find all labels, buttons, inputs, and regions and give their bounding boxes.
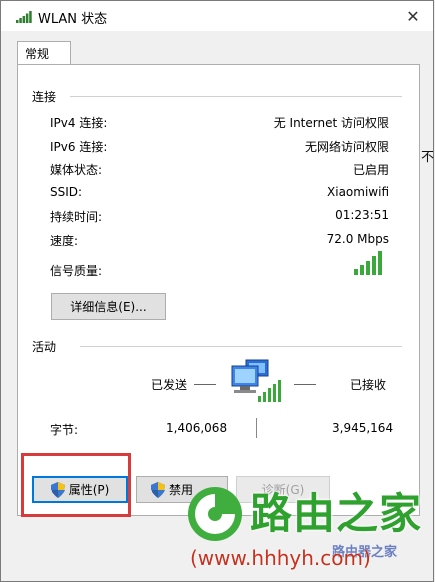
speed-label: 速度: <box>50 234 79 248</box>
highlight-box <box>21 453 131 517</box>
bytes-sent-value: 1,406,068 <box>166 421 228 435</box>
sent-label: 已发送 <box>151 378 188 392</box>
details-button[interactable]: 详细信息(E)... <box>51 293 166 320</box>
duration-value: 01:23:51 <box>335 208 389 222</box>
network-computers-icon <box>231 359 281 402</box>
activity-separator <box>256 418 257 438</box>
watermark-logo-icon <box>188 487 242 541</box>
media-state-label: 媒体状态: <box>50 163 103 177</box>
background-text-fragment: 不 <box>420 150 434 165</box>
duration-label: 持续时间: <box>50 210 103 224</box>
connection-group-title: 连接 <box>32 88 63 105</box>
title-bar[interactable]: WLAN 状态 ✕ <box>1 1 433 31</box>
received-label: 已接收 <box>350 378 387 392</box>
bytes-label: 字节: <box>50 423 79 437</box>
group-divider <box>80 346 402 347</box>
received-dash <box>294 384 316 385</box>
sent-dash <box>194 384 216 385</box>
tab-general[interactable]: 常规 <box>17 41 71 65</box>
media-state-value: 已启用 <box>352 163 389 177</box>
uac-shield-icon <box>151 481 165 498</box>
close-button[interactable]: ✕ <box>393 1 433 31</box>
window-title: WLAN 状态 <box>38 12 108 27</box>
bytes-received-value: 3,945,164 <box>332 421 394 435</box>
general-panel: 连接 IPv4 连接: 无 Internet 访问权限 IPv6 连接: 无网络… <box>17 64 420 516</box>
speed-value: 72.0 Mbps <box>326 232 389 246</box>
ipv4-value: 无 Internet 访问权限 <box>273 116 389 130</box>
ipv4-label: IPv4 连接: <box>50 116 108 130</box>
ssid-label: SSID: <box>50 185 83 199</box>
ipv6-value: 无网络访问权限 <box>304 140 389 154</box>
wifi-signal-icon <box>16 11 32 23</box>
watermark-url: (www.hhhyh.com) <box>190 546 371 570</box>
signal-quality-label: 信号质量: <box>50 264 103 278</box>
watermark-text: 路由之家 <box>250 489 423 538</box>
signal-strength-icon <box>354 251 382 275</box>
activity-group-title: 活动 <box>32 338 63 355</box>
ssid-value: Xiaomiwifi <box>327 185 389 199</box>
group-divider <box>70 96 402 97</box>
ipv6-label: IPv6 连接: <box>50 140 108 154</box>
